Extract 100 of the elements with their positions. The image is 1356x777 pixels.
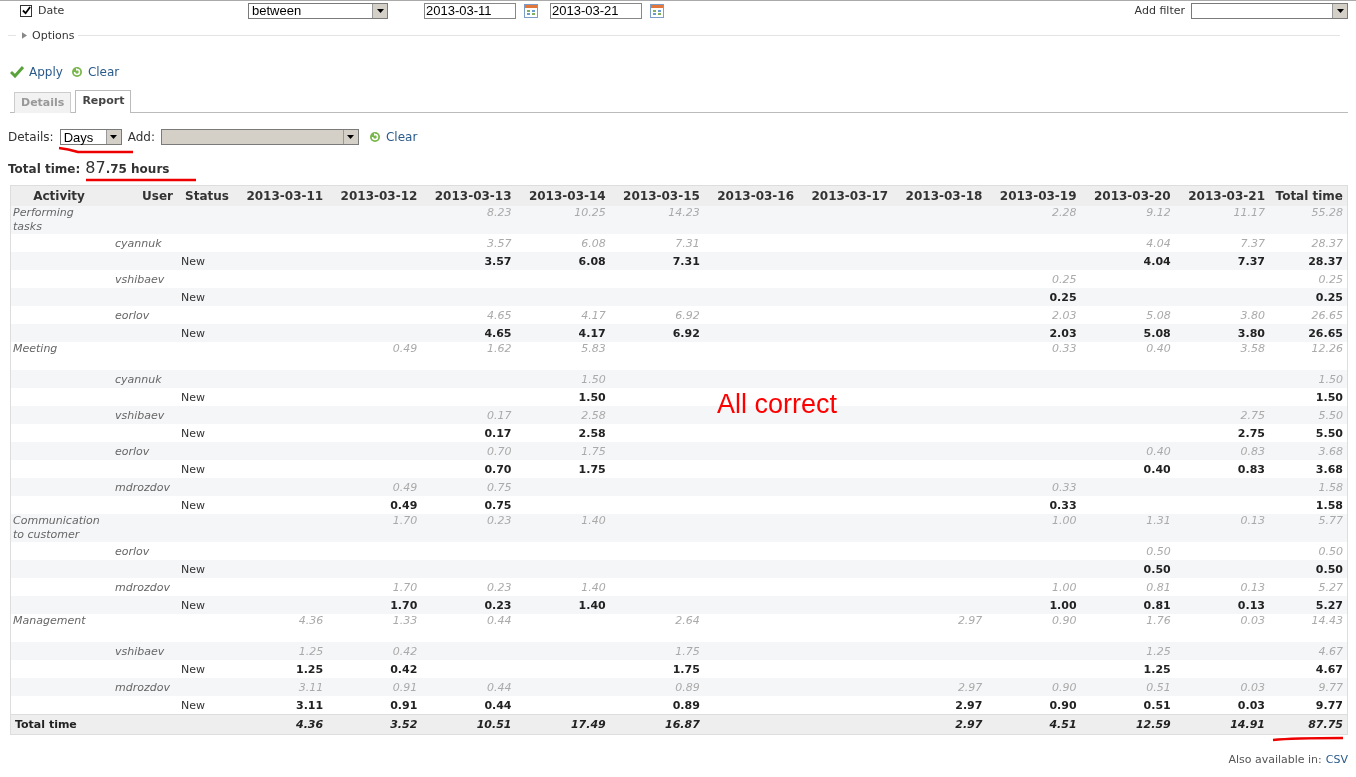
column-header[interactable]: Activity (10, 185, 107, 206)
hours-cell: 2.58 (515, 406, 610, 424)
column-header[interactable]: 2013-03-17 (798, 185, 893, 206)
status-cell: New (177, 388, 233, 406)
hours-cell: 0.42 (327, 660, 422, 678)
total-cell: 3.68 (1269, 442, 1348, 460)
hours-cell: 7.31 (609, 234, 704, 252)
hours-cell: 0.23 (421, 578, 516, 596)
options-toggle[interactable]: Options (16, 28, 79, 42)
add-select[interactable] (160, 129, 359, 145)
status-cell: New (177, 560, 233, 578)
hours-cell: 1.25 (233, 642, 328, 660)
column-header[interactable]: User (107, 185, 177, 206)
user-cell: mdrozdov (107, 678, 177, 696)
column-header[interactable]: 2013-03-14 (515, 185, 610, 206)
activity-cell: Communication to customer (10, 514, 107, 542)
activity-cell: Meeting (10, 342, 107, 370)
hours-cell: 1.62 (421, 342, 516, 370)
hours-cell: 2.03 (986, 306, 1081, 324)
hours-cell: 0.83 (1174, 460, 1269, 478)
calendar-icon[interactable] (524, 3, 538, 18)
status-cell: New (177, 460, 233, 478)
hours-cell: 5.08 (1080, 306, 1175, 324)
total-cell: 4.36 (233, 714, 328, 735)
hours-cell: 5.83 (515, 342, 610, 370)
hours-cell: 0.75 (421, 496, 516, 514)
status-cell: New (177, 424, 233, 442)
total-cell: 28.37 (1269, 234, 1348, 252)
hours-cell: 1.76 (1080, 614, 1175, 642)
hours-cell: 3.57 (421, 234, 516, 252)
hours-cell: 1.25 (1080, 642, 1175, 660)
total-cell: 28.37 (1269, 252, 1348, 270)
column-header[interactable]: Status (177, 185, 233, 206)
column-header[interactable]: Total time (1269, 185, 1348, 206)
activity-cell: Management (10, 614, 107, 642)
hours-cell: 0.83 (1174, 442, 1269, 460)
total-row-label: Total time (10, 714, 107, 735)
column-header[interactable]: 2013-03-13 (421, 185, 516, 206)
hours-cell: 4.36 (233, 614, 328, 642)
hours-cell: 3.11 (233, 678, 328, 696)
total-cell: 1.50 (1269, 388, 1348, 406)
apply-link[interactable]: Apply (10, 62, 63, 82)
hours-cell: 0.91 (327, 678, 422, 696)
column-header[interactable]: 2013-03-20 (1080, 185, 1175, 206)
add-filter-select[interactable] (1191, 2, 1348, 19)
operator-select[interactable]: between (248, 2, 388, 19)
total-cell: 0.25 (1269, 270, 1348, 288)
column-header[interactable]: 2013-03-15 (609, 185, 704, 206)
total-cell: 55.28 (1269, 206, 1348, 234)
hours-cell: 7.31 (609, 252, 704, 270)
hours-cell: 1.75 (609, 642, 704, 660)
hours-cell: 0.81 (1080, 578, 1175, 596)
hours-cell: 4.04 (1080, 234, 1175, 252)
column-header[interactable]: 2013-03-19 (986, 185, 1081, 206)
column-header[interactable]: 2013-03-11 (233, 185, 328, 206)
user-cell: vshibaev (107, 642, 177, 660)
status-cell: New (177, 288, 233, 306)
caret-icon (22, 31, 27, 39)
hours-cell: 2.97 (892, 696, 987, 715)
add-filter-label: Add filter (1134, 4, 1185, 17)
hours-cell: 1.25 (233, 660, 328, 678)
activity-cell: Performing tasks (10, 206, 107, 234)
hours-cell: 0.90 (986, 678, 1081, 696)
total-cell: 5.27 (1269, 578, 1348, 596)
hours-cell: 1.70 (327, 578, 422, 596)
hours-cell: 0.23 (421, 514, 516, 542)
hours-cell: 4.04 (1080, 252, 1175, 270)
calendar-icon[interactable] (650, 3, 664, 18)
hours-cell: 0.90 (986, 614, 1081, 642)
clear-link[interactable]: Clear (70, 62, 120, 82)
total-cell: 0.50 (1269, 542, 1348, 560)
status-cell: New (177, 324, 233, 342)
user-cell: eorlov (107, 442, 177, 460)
hours-cell: 6.92 (609, 306, 704, 324)
column-header[interactable]: 2013-03-12 (327, 185, 422, 206)
date-from-field[interactable]: 2013-03-11 (424, 2, 516, 19)
total-cell: 3.52 (327, 714, 422, 735)
tab[interactable]: Report (75, 90, 132, 113)
clear-link[interactable]: Clear (368, 130, 418, 144)
date-to-field[interactable]: 2013-03-21 (550, 2, 642, 19)
hours-cell: 0.89 (609, 696, 704, 715)
column-header[interactable]: 2013-03-16 (703, 185, 799, 206)
column-header[interactable]: 2013-03-21 (1174, 185, 1269, 206)
hours-cell: 1.00 (986, 514, 1081, 542)
column-header[interactable]: 2013-03-18 (892, 185, 987, 206)
hours-cell: 3.58 (1174, 342, 1269, 370)
date-checkbox[interactable] (20, 4, 32, 17)
add-label: Add: (127, 130, 155, 144)
user-cell: vshibaev (107, 270, 177, 288)
total-cell: 5.50 (1269, 406, 1348, 424)
details-select[interactable]: Days (59, 129, 122, 145)
hours-cell: 2.75 (1174, 406, 1269, 424)
underline-mark (1272, 736, 1344, 742)
user-cell: eorlov (107, 542, 177, 560)
hours-cell: 1.50 (515, 388, 610, 406)
total-cell: 9.77 (1269, 696, 1348, 715)
hours-cell: 1.50 (515, 370, 610, 388)
hours-cell: 0.40 (1080, 342, 1175, 370)
csv-link[interactable]: CSV (1325, 753, 1348, 766)
total-cell: 1.50 (1269, 370, 1348, 388)
